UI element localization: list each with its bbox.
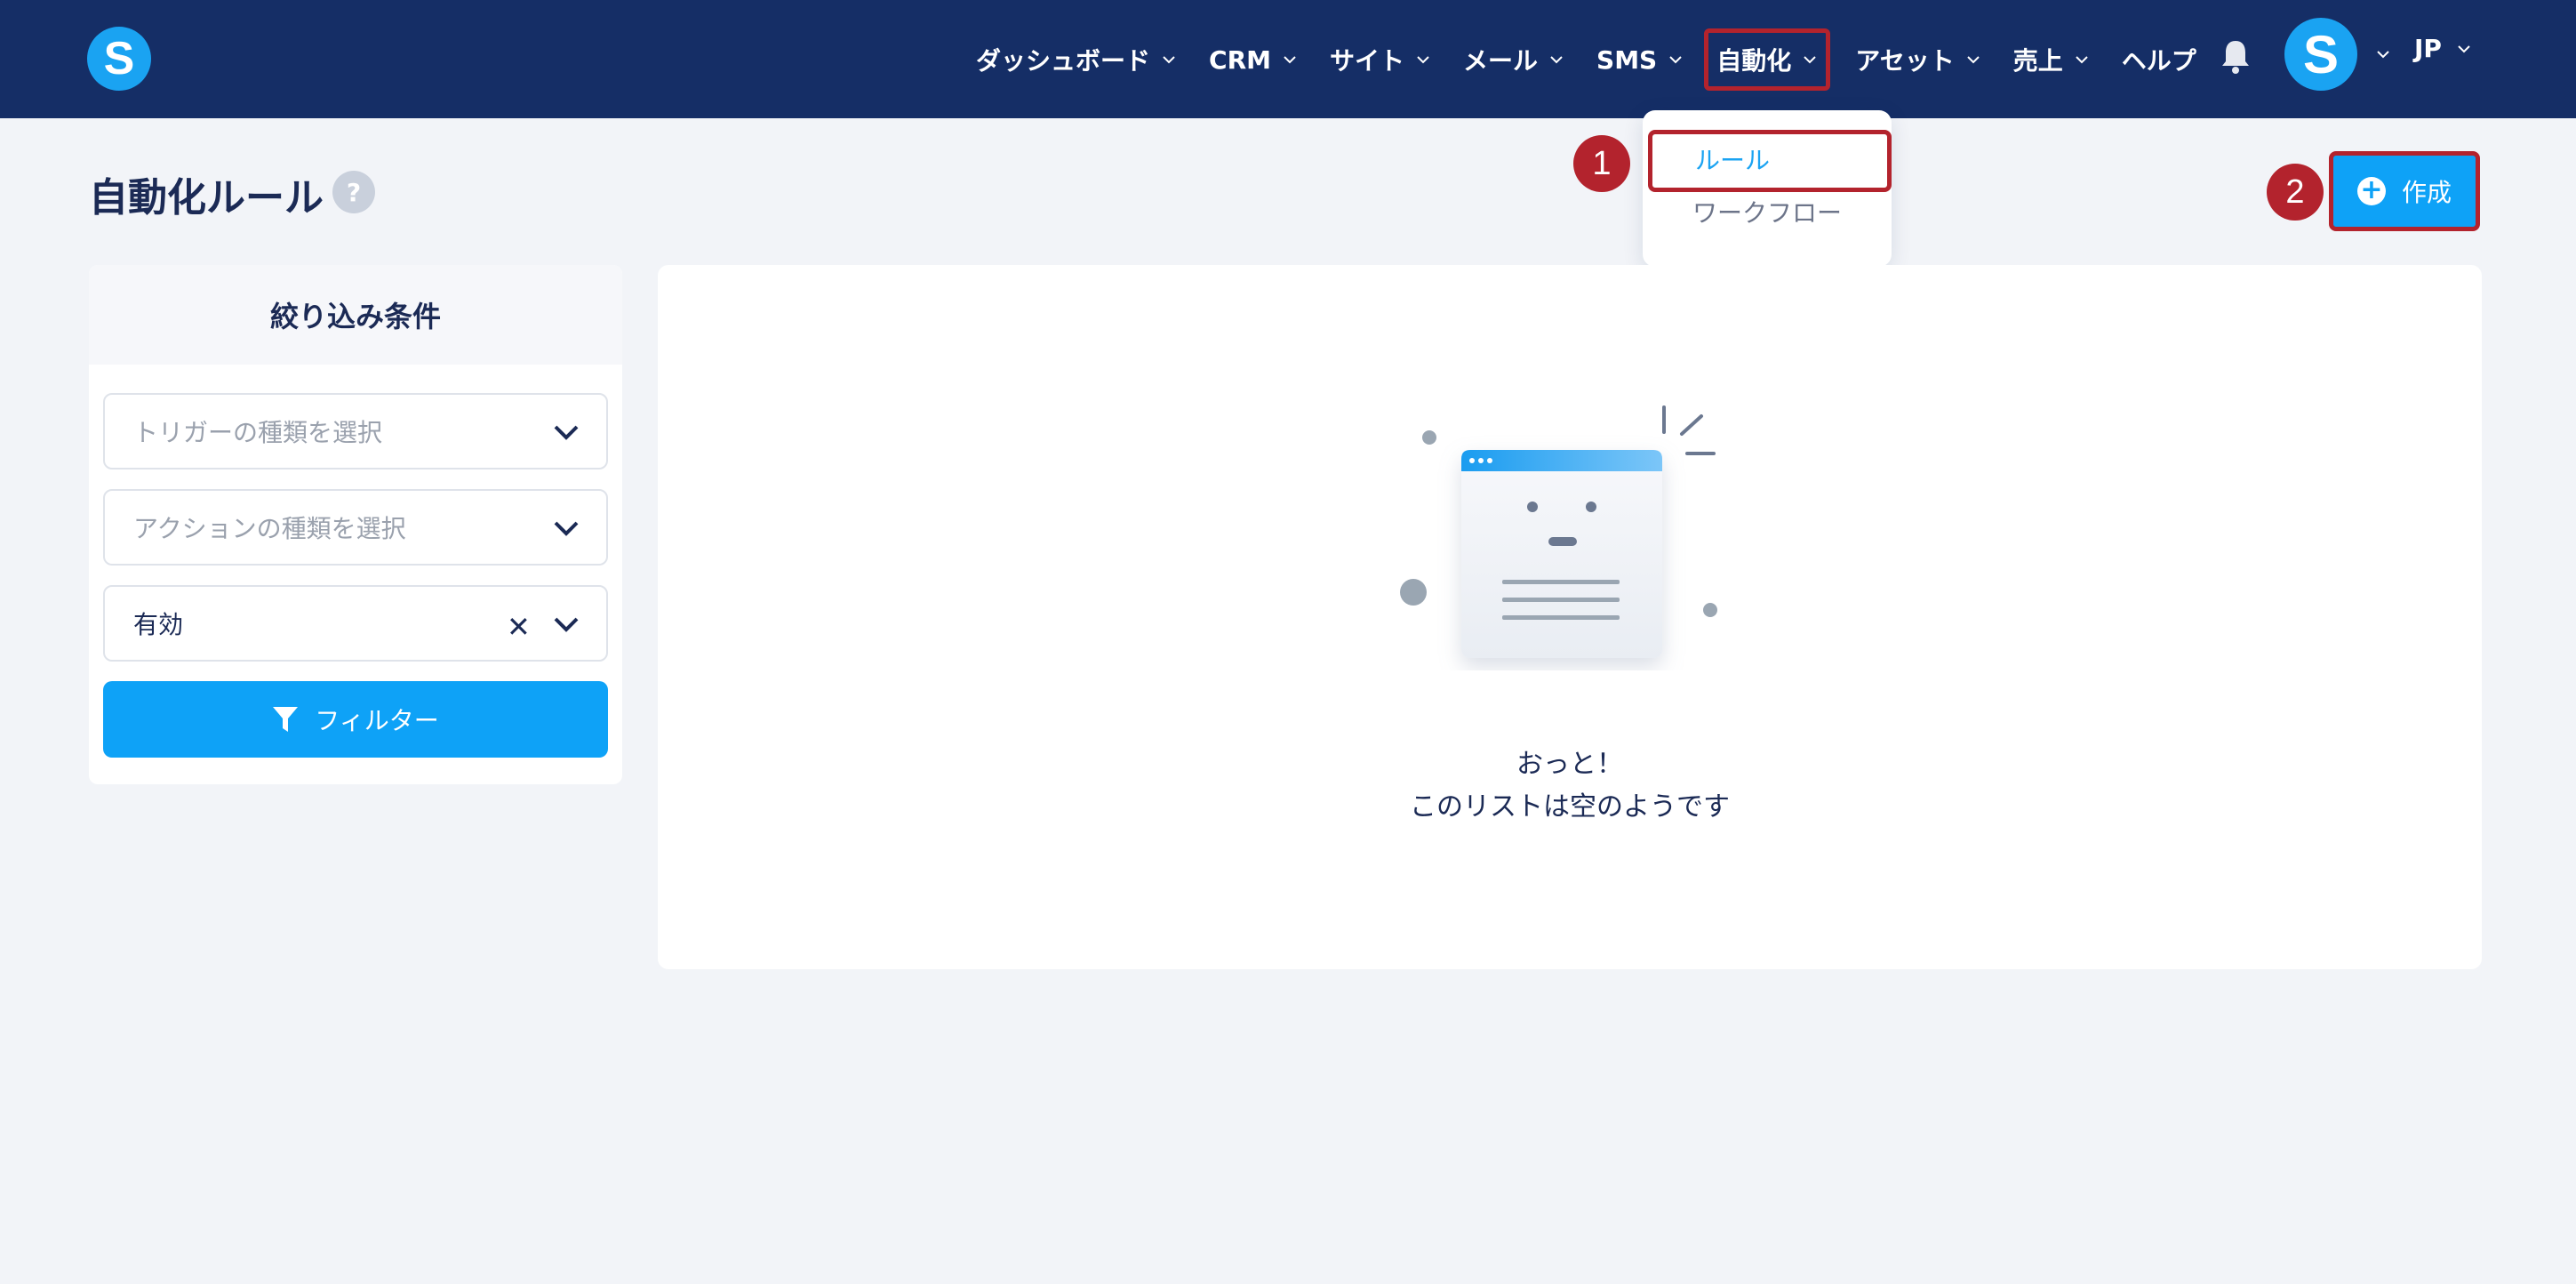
chevron-down-icon[interactable] <box>2375 46 2391 62</box>
top-navbar: S ダッシュボード CRM サイト メール SMS 自動化 アセット 売上 ヘル… <box>0 0 2576 118</box>
nav-item-help[interactable]: ヘルプ <box>2115 28 2204 91</box>
nav-item-label: アセット <box>1855 46 1955 76</box>
automation-dropdown-menu: ルール ワークフロー <box>1643 110 1892 267</box>
funnel-icon <box>273 707 299 732</box>
action-type-select[interactable]: アクションの種類を選択 <box>103 489 608 566</box>
nav-item-label: ダッシュボード <box>976 46 1151 76</box>
empty-state-title: おっと！ <box>1516 749 1623 780</box>
trigger-type-select[interactable]: トリガーの種類を選択 <box>103 393 608 469</box>
filter-heading: 絞り込み条件 <box>89 265 622 365</box>
nav-item-label: CRM <box>1209 44 1271 75</box>
create-button[interactable]: + 作成 <box>2329 151 2480 231</box>
chevron-down-icon <box>2076 56 2088 64</box>
rules-list-panel: おっと！ このリストは空のようです <box>658 265 2482 969</box>
plus-circle-icon: + <box>2356 177 2386 205</box>
trigger-type-placeholder: トリガーの種類を選択 <box>133 418 383 447</box>
clear-icon[interactable]: ✕ <box>507 610 532 644</box>
empty-state-illustration <box>1400 405 1717 658</box>
chevron-down-icon <box>554 617 579 632</box>
step-badge-1: 1 <box>1573 135 1630 192</box>
nav-item-label: メール <box>1463 46 1539 76</box>
nav-item-automation[interactable]: 自動化 <box>1704 28 1831 91</box>
filter-panel: 絞り込み条件 トリガーの種類を選択 アクションの種類を選択 有効 ✕ フィルター <box>89 265 622 784</box>
nav-item-label: ヘルプ <box>2121 46 2196 76</box>
menu-item-rules[interactable]: ルール <box>1648 130 1892 192</box>
step-badge-2: 2 <box>2267 164 2324 221</box>
language-selector[interactable]: JP <box>2414 34 2472 63</box>
chevron-down-icon <box>2458 44 2470 52</box>
nav-item-sms[interactable]: SMS <box>1589 28 1691 91</box>
nav-item-label: 売上 <box>2012 46 2063 76</box>
main-nav: ダッシュボード CRM サイト メール SMS 自動化 アセット 売上 ヘルプ <box>969 20 2221 100</box>
nav-item-label: サイト <box>1330 46 1405 76</box>
chevron-down-icon <box>1966 56 1980 64</box>
menu-item-workflow[interactable]: ワークフロー <box>1692 194 1842 229</box>
chevron-down-icon <box>1804 56 1816 64</box>
nav-item-mail[interactable]: メール <box>1456 28 1572 91</box>
chevron-down-icon <box>1163 56 1175 64</box>
nav-item-sales[interactable]: 売上 <box>2006 28 2097 91</box>
bell-icon[interactable] <box>2219 37 2252 75</box>
language-label: JP <box>2414 34 2442 63</box>
user-avatar[interactable]: S <box>2284 18 2357 91</box>
nav-item-crm[interactable]: CRM <box>1202 28 1305 91</box>
nav-item-dashboard[interactable]: ダッシュボード <box>969 28 1184 91</box>
create-button-label: 作成 <box>2401 178 2452 207</box>
help-icon[interactable]: ? <box>332 171 375 213</box>
chevron-down-icon <box>554 521 579 536</box>
filter-button[interactable]: フィルター <box>103 681 608 758</box>
action-type-placeholder: アクションの種類を選択 <box>133 514 406 543</box>
brand-logo[interactable]: S <box>87 27 151 91</box>
nav-item-label: SMS <box>1596 44 1658 75</box>
empty-state-message: このリストは空のようです <box>1410 791 1730 823</box>
status-value: 有効 <box>133 610 184 639</box>
chevron-down-icon <box>1550 56 1563 64</box>
nav-item-site[interactable]: サイト <box>1323 28 1438 91</box>
nav-item-assets[interactable]: アセット <box>1848 28 1988 91</box>
page-title: 自動化ルール <box>89 175 324 221</box>
chevron-down-icon <box>1417 56 1429 64</box>
nav-item-label: 自動化 <box>1716 46 1792 76</box>
chevron-down-icon <box>1284 56 1296 64</box>
status-select[interactable]: 有効 ✕ <box>103 585 608 662</box>
filter-button-label: フィルター <box>315 706 439 735</box>
chevron-down-icon <box>554 425 579 440</box>
chevron-down-icon <box>1669 56 1682 64</box>
